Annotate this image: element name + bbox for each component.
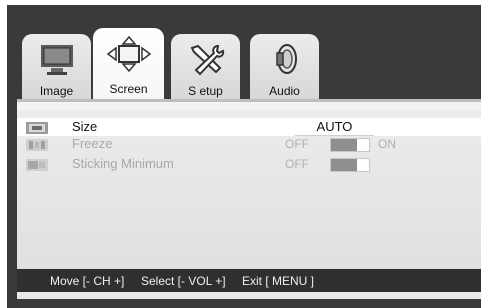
bottom-strip <box>17 292 481 299</box>
tools-icon <box>171 42 240 76</box>
tv-osd-menu: Image Screen S etup Audio Size AUTO Free… <box>7 5 481 308</box>
size-label: Size <box>72 119 98 134</box>
tab-setup-label: S etup <box>188 84 223 98</box>
size-value-box[interactable]: AUTO <box>295 119 374 136</box>
help-move: Move [- CH +] <box>50 274 125 288</box>
tab-image[interactable]: Image <box>22 34 91 104</box>
sticking-toggle[interactable] <box>330 158 370 172</box>
sticking-icon <box>26 158 48 171</box>
menu-row-freeze[interactable]: Freeze OFF ON <box>17 135 481 153</box>
tab-screen[interactable]: Screen <box>93 28 164 100</box>
help-bar: Move [- CH +] Select [- VOL +] Exit [ ME… <box>17 269 481 292</box>
monitor-icon <box>22 42 91 76</box>
tab-setup[interactable]: S etup <box>171 34 240 104</box>
help-select: Select [- VOL +] <box>141 274 226 288</box>
tab-screen-label: Screen <box>109 82 148 96</box>
tab-audio-label: Audio <box>269 84 300 98</box>
screen-arrows-icon <box>93 36 164 73</box>
divider <box>17 99 481 102</box>
menu-row-sticking-minimum[interactable]: Sticking Minimum OFF <box>17 155 481 173</box>
freeze-label: Freeze <box>72 136 113 151</box>
tab-audio[interactable]: Audio <box>250 34 319 104</box>
menu-row-size[interactable]: Size AUTO <box>17 118 481 136</box>
tab-image-label: Image <box>39 84 74 98</box>
toggle-knob <box>331 159 357 171</box>
settings-panel: Size AUTO Freeze OFF ON Sticking Minimum… <box>17 110 481 269</box>
toggle-knob <box>331 139 357 151</box>
menu-content: Size AUTO Freeze OFF ON Sticking Minimum… <box>17 99 481 299</box>
freeze-icon <box>26 138 48 151</box>
sticking-minimum-label: Sticking Minimum <box>72 156 174 171</box>
aspect-ratio-icon <box>26 121 48 134</box>
freeze-toggle[interactable] <box>330 138 370 152</box>
help-exit: Exit [ MENU ] <box>242 274 315 288</box>
sticking-off-label: OFF <box>285 157 309 171</box>
speaker-icon <box>250 42 319 76</box>
freeze-on-label: ON <box>378 137 396 151</box>
freeze-off-label: OFF <box>285 137 309 151</box>
